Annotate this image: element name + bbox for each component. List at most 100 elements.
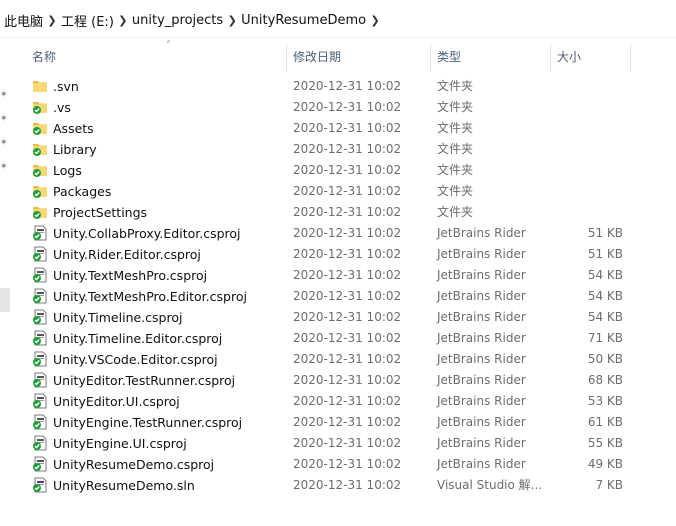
file-modified: 2020-12-31 10:02 — [293, 100, 402, 114]
file-size: 51 KB — [587, 247, 623, 261]
file-row[interactable]: UnityEditor.UI.csproj 2020-12-31 10:02 Jet… — [14, 391, 638, 412]
file-modified: 2020-12-31 10:02 — [293, 310, 402, 324]
file-name: ProjectSettings — [53, 205, 148, 220]
file-row[interactable]: Unity.TextMeshPro.Editor.csproj 2020-12-3… — [14, 286, 638, 307]
column-header-modified[interactable]: 修改日期 — [293, 38, 341, 74]
file-type: JetBrains Rider — [437, 394, 526, 408]
column-header-size[interactable]: 大小 — [557, 38, 581, 74]
file-name: UnityEngine.TestRunner.csproj — [53, 415, 243, 430]
chevron-right-icon[interactable]: ❯ — [366, 14, 384, 27]
column-divider[interactable] — [286, 44, 287, 72]
file-name: Packages — [53, 184, 112, 199]
file-name: UnityEditor.TestRunner.csproj — [53, 373, 236, 388]
csproj-file-synced-icon — [32, 414, 48, 430]
folder-synced-icon — [32, 99, 48, 115]
file-modified: 2020-12-31 10:02 — [293, 205, 402, 219]
navigation-pane-edge: ✶ ✶ ✶ ✶ — [0, 38, 14, 526]
file-type: 文件夹 — [437, 100, 474, 114]
folder-synced-icon — [32, 204, 48, 220]
file-size: 50 KB — [587, 352, 623, 366]
file-name: Unity.Rider.Editor.csproj — [53, 247, 201, 262]
file-name: .svn — [53, 79, 79, 94]
file-row[interactable]: UnityEditor.TestRunner.csproj 2020-12-31 … — [14, 370, 638, 391]
breadcrumb-this-pc[interactable]: 此电脑 — [4, 11, 43, 30]
column-divider[interactable] — [430, 44, 431, 72]
file-modified: 2020-12-31 10:02 — [293, 142, 402, 156]
chevron-right-icon[interactable]: ❯ — [114, 14, 132, 27]
breadcrumb: 此电脑 ❯ 工程 (E:) ❯ unity_projects ❯ UnityRe… — [4, 11, 384, 30]
folder-synced-icon — [32, 120, 48, 136]
csproj-file-synced-icon — [32, 351, 48, 367]
file-type: JetBrains Rider — [437, 373, 526, 387]
csproj-file-synced-icon — [32, 330, 48, 346]
sln-file-synced-icon — [32, 477, 48, 493]
file-name: Library — [53, 142, 97, 157]
file-modified: 2020-12-31 10:02 — [293, 478, 402, 492]
file-modified: 2020-12-31 10:02 — [293, 457, 402, 471]
column-headers: ˄ 名称 修改日期 类型 大小 — [14, 38, 674, 74]
file-row[interactable]: Logs 2020-12-31 10:02 文件夹 — [14, 160, 638, 181]
file-type: JetBrains Rider — [437, 352, 526, 366]
file-row[interactable]: UnityResumeDemo.sln 2020-12-31 10:02 Visua… — [14, 475, 638, 496]
file-row[interactable]: Library 2020-12-31 10:02 文件夹 — [14, 139, 638, 160]
breadcrumb-unity-projects[interactable]: unity_projects — [132, 13, 223, 28]
file-type: JetBrains Rider — [437, 331, 526, 345]
file-name: Unity.TextMeshPro.Editor.csproj — [53, 289, 247, 304]
file-modified: 2020-12-31 10:02 — [293, 184, 402, 198]
pin-icon: ✶ — [0, 90, 8, 100]
file-row[interactable]: ProjectSettings 2020-12-31 10:02 文件夹 — [14, 202, 638, 223]
file-size: 61 KB — [587, 415, 623, 429]
file-row[interactable]: .svn 2020-12-31 10:02 文件夹 — [14, 76, 638, 97]
breadcrumb-drive[interactable]: 工程 (E:) — [61, 11, 114, 30]
file-row[interactable]: UnityEngine.UI.csproj 2020-12-31 10:02 Jet… — [14, 433, 638, 454]
file-row[interactable]: Unity.TextMeshPro.csproj 2020-12-31 10:02… — [14, 265, 638, 286]
file-size: 55 KB — [587, 436, 623, 450]
file-row[interactable]: Unity.Rider.Editor.csproj 2020-12-31 10:0… — [14, 244, 638, 265]
file-modified: 2020-12-31 10:02 — [293, 352, 402, 366]
file-modified: 2020-12-31 10:02 — [293, 247, 402, 261]
file-name: UnityEngine.UI.csproj — [53, 436, 187, 451]
file-name: Unity.CollabProxy.Editor.csproj — [53, 226, 241, 241]
column-header-name[interactable]: 名称 — [32, 38, 56, 74]
breadcrumb-current-folder[interactable]: UnityResumeDemo — [241, 13, 366, 28]
file-row[interactable]: UnityEngine.TestRunner.csproj 2020-12-31 … — [14, 412, 638, 433]
file-modified: 2020-12-31 10:02 — [293, 394, 402, 408]
file-row[interactable]: Assets 2020-12-31 10:02 文件夹 — [14, 118, 638, 139]
navigation-selected-item[interactable] — [0, 288, 10, 312]
file-type: 文件夹 — [437, 163, 474, 177]
column-header-type[interactable]: 类型 — [437, 38, 461, 74]
file-row[interactable]: Unity.CollabProxy.Editor.csproj 2020-12-3… — [14, 223, 638, 244]
file-type: 文件夹 — [437, 142, 474, 156]
file-size: 68 KB — [587, 373, 623, 387]
file-name: .vs — [53, 100, 71, 115]
file-row[interactable]: UnityResumeDemo.csproj 2020-12-31 10:02 Je… — [14, 454, 638, 475]
file-size: 51 KB — [587, 226, 623, 240]
file-row[interactable]: Unity.Timeline.csproj 2020-12-31 10:02 Jet… — [14, 307, 638, 328]
csproj-file-synced-icon — [32, 225, 48, 241]
folder-icon — [32, 78, 48, 94]
file-name: UnityResumeDemo.csproj — [53, 457, 215, 472]
file-type: 文件夹 — [437, 205, 474, 219]
file-row[interactable]: .vs 2020-12-31 10:02 文件夹 — [14, 97, 638, 118]
chevron-right-icon[interactable]: ❯ — [43, 14, 61, 27]
csproj-file-synced-icon — [32, 372, 48, 388]
file-modified: 2020-12-31 10:02 — [293, 331, 402, 345]
folder-synced-icon — [32, 183, 48, 199]
file-type: JetBrains Rider — [437, 436, 526, 450]
csproj-file-synced-icon — [32, 309, 48, 325]
pin-icon: ✶ — [0, 138, 8, 148]
address-bar[interactable]: 此电脑 ❯ 工程 (E:) ❯ unity_projects ❯ UnityRe… — [0, 0, 676, 38]
column-divider[interactable] — [550, 44, 551, 72]
file-type: JetBrains Rider — [437, 310, 526, 324]
file-row[interactable]: Packages 2020-12-31 10:02 文件夹 — [14, 181, 638, 202]
file-type: 文件夹 — [437, 121, 474, 135]
file-row[interactable]: Unity.Timeline.Editor.csproj 2020-12-31 1… — [14, 328, 638, 349]
chevron-right-icon[interactable]: ❯ — [223, 14, 241, 27]
column-divider[interactable] — [630, 44, 631, 72]
file-size: 53 KB — [587, 394, 623, 408]
file-modified: 2020-12-31 10:02 — [293, 436, 402, 450]
file-row[interactable]: Unity.VSCode.Editor.csproj 2020-12-31 10:… — [14, 349, 638, 370]
file-size: 7 KB — [595, 478, 623, 492]
file-modified: 2020-12-31 10:02 — [293, 289, 402, 303]
csproj-file-synced-icon — [32, 267, 48, 283]
